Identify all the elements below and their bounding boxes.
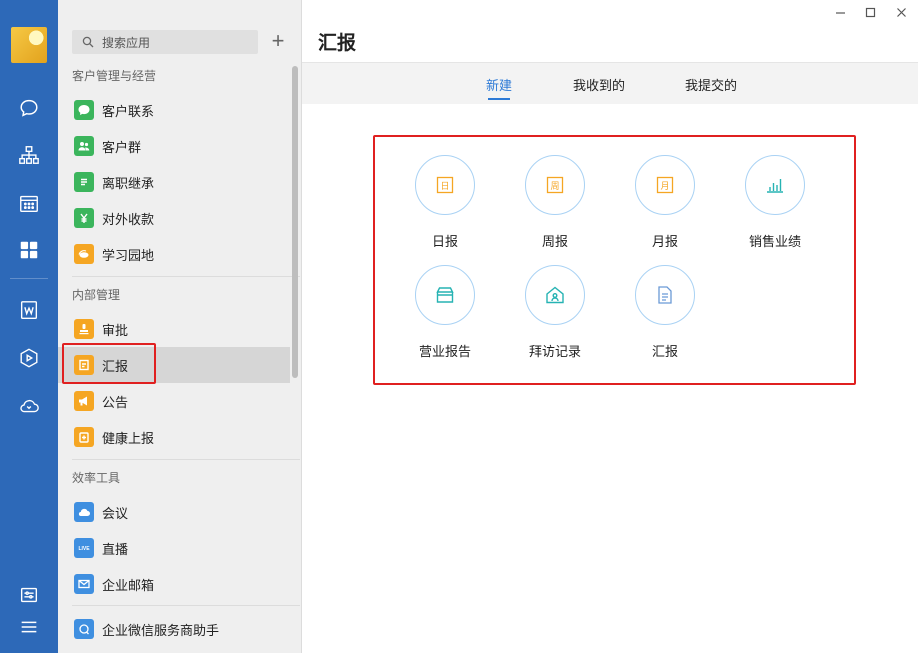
search-placeholder: 搜索应用 — [102, 35, 151, 50]
tile-day-report[interactable]: 日 日报 — [390, 155, 500, 255]
tile-general-report[interactable]: 汇报 — [610, 265, 720, 365]
tile-label: 汇报 — [651, 344, 678, 359]
cloud-phone-icon[interactable] — [17, 394, 41, 418]
sidebar-item-label: 审批 — [102, 322, 129, 338]
sidebar-item-resignation-inherit[interactable]: 离职继承 — [58, 164, 290, 200]
highlight-box-report — [62, 343, 156, 384]
app-rail — [0, 0, 58, 653]
minimize-button[interactable] — [830, 4, 850, 20]
tile-label: 销售业绩 — [748, 234, 801, 249]
tile-label: 月报 — [651, 234, 678, 249]
sidebar-scrollbar[interactable] — [292, 66, 298, 378]
search-input[interactable]: 搜索应用 — [72, 30, 258, 54]
menu-icon[interactable] — [17, 615, 41, 639]
tile-business-report[interactable]: 营业报告 — [390, 265, 500, 365]
day-glyph: 日 — [440, 181, 449, 192]
tile-visit-record[interactable]: 拜访记录 — [500, 265, 610, 365]
section-divider — [72, 605, 300, 606]
sidebar-item-label: 健康上报 — [102, 430, 155, 446]
app-sidebar: 搜索应用 + 客户管理与经营 客户联系 客户群 离职继承 对外收款 学习园地 内… — [58, 0, 302, 653]
mail-icon — [74, 574, 94, 594]
yen-icon — [74, 208, 94, 228]
calendar-icon[interactable] — [17, 191, 41, 215]
maximize-icon — [865, 7, 875, 17]
search-icon — [82, 36, 94, 48]
tab-submitted[interactable]: 我提交的 — [685, 75, 737, 94]
sidebar-item-enterprise-mail[interactable]: 企业邮箱 — [58, 566, 290, 602]
planet-icon — [74, 244, 94, 264]
chat-bubble-icon — [74, 100, 94, 120]
close-button[interactable] — [891, 4, 911, 20]
sidebar-item-label: 客户群 — [102, 139, 142, 155]
megaphone-icon — [74, 391, 94, 411]
chat-icon[interactable] — [17, 96, 41, 120]
house-person-icon — [525, 265, 585, 325]
add-app-button[interactable]: + — [268, 30, 288, 52]
week-report-icon: 周 — [525, 155, 585, 215]
group-icon — [74, 136, 94, 156]
live-icon: LIVE — [74, 538, 94, 558]
sidebar-item-label: 离职继承 — [102, 175, 155, 191]
sidebar-item-customer-contact[interactable]: 客户联系 — [58, 92, 290, 128]
main-panel: 汇报 新建 我收到的 我提交的 日 日报 周 周报 月 月报 销售业绩 营业报告… — [302, 0, 918, 653]
sidebar-item-approval[interactable]: 审批 — [58, 311, 290, 347]
sidebar-item-label: 会议 — [102, 505, 129, 521]
tile-sales-performance[interactable]: 销售业绩 — [720, 155, 830, 255]
sidebar-item-label: 直播 — [102, 541, 129, 557]
sidebar-item-service-assistant[interactable]: 企业微信服务商助手 — [58, 611, 290, 647]
sidebar-item-label: 客户联系 — [102, 103, 155, 119]
sidebar-item-health-report[interactable]: 健康上报 — [58, 419, 290, 455]
tabs-bar: 新建 我收到的 我提交的 — [302, 62, 918, 104]
doc-w-icon[interactable] — [17, 298, 41, 322]
svg-text:LIVE: LIVE — [78, 546, 90, 552]
active-tab-indicator — [488, 98, 510, 100]
sidebar-item-label: 企业微信服务商助手 — [102, 622, 220, 638]
section-divider — [72, 459, 300, 460]
tab-received[interactable]: 我收到的 — [573, 75, 625, 94]
sidebar-item-customer-group[interactable]: 客户群 — [58, 128, 290, 164]
close-icon — [896, 7, 906, 17]
minimize-icon — [835, 11, 845, 14]
org-chart-icon[interactable] — [17, 143, 41, 167]
month-glyph: 月 — [660, 181, 669, 192]
section-title-efficiency: 效率工具 — [72, 471, 121, 485]
tile-month-report[interactable]: 月 月报 — [610, 155, 720, 255]
day-report-icon: 日 — [415, 155, 475, 215]
health-icon — [74, 427, 94, 447]
tile-label: 拜访记录 — [528, 344, 581, 359]
apps-grid-icon[interactable] — [17, 238, 41, 262]
doc-list-icon — [74, 172, 94, 192]
sidebar-item-label: 学习园地 — [102, 247, 155, 263]
tile-label: 周报 — [541, 234, 568, 249]
maximize-button[interactable] — [860, 4, 880, 20]
section-title-internal: 内部管理 — [72, 288, 121, 302]
sidebar-item-label: 企业邮箱 — [102, 577, 155, 593]
cloud-icon — [74, 502, 94, 522]
document-icon — [635, 265, 695, 325]
sidebar-item-learning[interactable]: 学习园地 — [58, 236, 290, 272]
week-glyph: 周 — [550, 181, 559, 192]
store-icon — [415, 265, 475, 325]
sidebar-item-external-payment[interactable]: 对外收款 — [58, 200, 290, 236]
page-title: 汇报 — [318, 33, 357, 54]
tab-new[interactable]: 新建 — [486, 75, 512, 94]
section-title-customer: 客户管理与经营 — [72, 69, 157, 83]
section-divider — [72, 276, 300, 277]
sidebar-item-label: 对外收款 — [102, 211, 155, 227]
rail-divider — [10, 278, 48, 279]
cube-icon[interactable] — [17, 346, 41, 370]
sidebar-item-live[interactable]: LIVE 直播 — [58, 530, 290, 566]
settings-icon[interactable] — [17, 583, 41, 607]
sidebar-item-announcement[interactable]: 公告 — [58, 383, 290, 419]
month-report-icon: 月 — [635, 155, 695, 215]
tile-label: 营业报告 — [418, 344, 471, 359]
user-avatar[interactable] — [11, 27, 47, 63]
stamp-icon — [74, 319, 94, 339]
tile-week-report[interactable]: 周 周报 — [500, 155, 610, 255]
tile-label: 日报 — [431, 234, 458, 249]
sidebar-item-meeting[interactable]: 会议 — [58, 494, 290, 530]
bar-chart-icon — [745, 155, 805, 215]
sidebar-item-label: 公告 — [102, 394, 129, 410]
service-chat-icon — [74, 619, 94, 639]
